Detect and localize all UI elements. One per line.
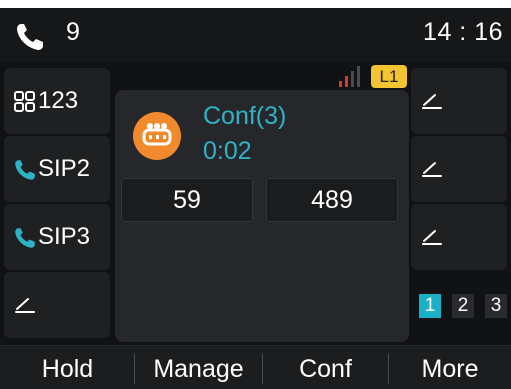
page-1-indicator[interactable]: 1 [419, 294, 441, 318]
line-key-label: 123 [38, 87, 79, 114]
conference-icon [133, 112, 181, 160]
call-duration: 0:02 [203, 137, 252, 165]
conf-softkey[interactable]: Conf [263, 346, 388, 389]
status-bar: 9 14 : 16 [0, 8, 511, 62]
line-key-sip3[interactable]: SIP3 [4, 204, 110, 270]
edit-pen-icon [422, 230, 442, 245]
phone-handset-icon [15, 160, 35, 180]
phone-handset-icon [15, 228, 35, 248]
line-key-label: SIP3 [38, 223, 91, 250]
phone-screen: 9 14 : 16 123 SIP2 SIP3 L1 Conf(3) 0:02 … [0, 8, 511, 389]
clock: 14 : 16 [423, 18, 503, 46]
page-2-indicator[interactable]: 2 [452, 294, 474, 318]
participant-59[interactable]: 59 [121, 178, 253, 222]
line-key-empty[interactable] [4, 272, 110, 338]
more-softkey[interactable]: More [389, 346, 511, 389]
edit-pen-icon [15, 298, 35, 313]
signal-bars-icon [339, 66, 360, 87]
phone-handset-icon [17, 24, 43, 50]
line-key-sip2[interactable]: SIP2 [4, 136, 110, 202]
edit-pen-icon [422, 162, 442, 177]
edit-pen-icon [422, 94, 442, 109]
account-badge: L1 [371, 65, 407, 88]
line-key-right-3[interactable] [411, 204, 507, 270]
line-key-right-1[interactable] [411, 68, 507, 134]
softkey-bar: Hold Manage Conf More [0, 345, 511, 389]
manage-softkey[interactable]: Manage [135, 346, 262, 389]
grid-icon [14, 91, 35, 112]
line-count: 9 [66, 18, 80, 46]
page-3-indicator[interactable]: 3 [485, 294, 507, 318]
conference-call-panel: Conf(3) 0:02 59 489 [115, 90, 409, 342]
line-key-label: SIP2 [38, 155, 91, 182]
hold-softkey[interactable]: Hold [0, 346, 135, 389]
call-title: Conf(3) [203, 102, 287, 130]
line-key-right-2[interactable] [411, 136, 507, 202]
participant-489[interactable]: 489 [266, 178, 398, 222]
line-key-123[interactable]: 123 [4, 68, 110, 134]
